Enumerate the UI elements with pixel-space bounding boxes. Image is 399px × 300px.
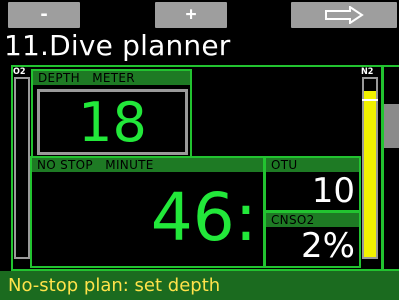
scroll-indicator — [384, 104, 399, 148]
otu-value: 10 — [311, 171, 355, 211]
otu-header: OTU — [266, 158, 359, 172]
n2-gauge-marker — [362, 99, 378, 101]
no-stop-value: 46: — [150, 179, 257, 256]
depth-cell[interactable]: DEPTH METER 18 — [31, 69, 192, 158]
status-text: No-stop plan: set depth — [8, 275, 221, 296]
depth-value: 18 — [78, 91, 147, 154]
no-stop-cell: NO STOP MINUTE 46: — [30, 156, 265, 268]
side-scroll-panel — [382, 65, 399, 271]
n2-gauge-label: N2 — [361, 67, 374, 77]
plus-button[interactable]: + — [155, 2, 227, 28]
minus-button[interactable]: - — [8, 2, 80, 28]
depth-header: DEPTH METER — [33, 71, 190, 85]
no-stop-header: NO STOP MINUTE — [32, 158, 263, 172]
o2-gauge — [14, 77, 30, 259]
n2-gauge-fill — [364, 91, 376, 257]
next-button[interactable] — [291, 2, 397, 28]
otu-cell: OTU 10 — [264, 156, 361, 212]
cnso2-cell: CNSO2 2% — [264, 211, 361, 268]
arrow-right-icon — [324, 6, 364, 24]
softkey-bar: - + — [0, 0, 399, 30]
cnso2-value: 2% — [301, 226, 355, 266]
page-title: 11.Dive planner — [4, 29, 231, 62]
o2-gauge-label: O2 — [13, 67, 26, 77]
status-bar: No-stop plan: set depth — [0, 271, 399, 300]
depth-value-frame: 18 — [37, 89, 188, 155]
n2-gauge — [362, 77, 378, 259]
cnso2-header: CNSO2 — [266, 213, 359, 227]
